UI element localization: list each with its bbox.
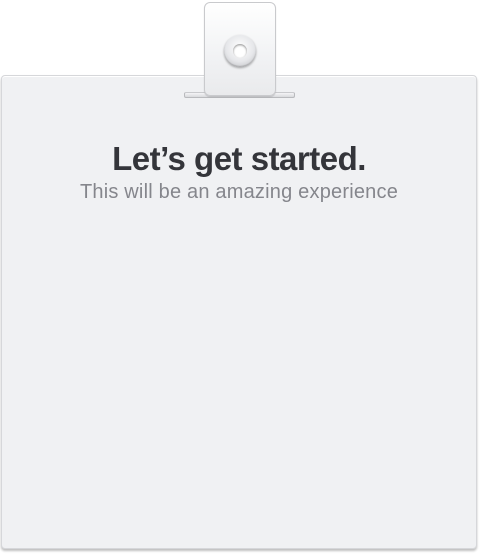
grommet-hole-icon — [224, 35, 256, 67]
card-subtitle: This will be an amazing experience — [79, 181, 399, 203]
card-title: Let’s get started. — [112, 140, 366, 177]
onboarding-stage: Let’s get started. This will be an amazi… — [0, 0, 480, 554]
